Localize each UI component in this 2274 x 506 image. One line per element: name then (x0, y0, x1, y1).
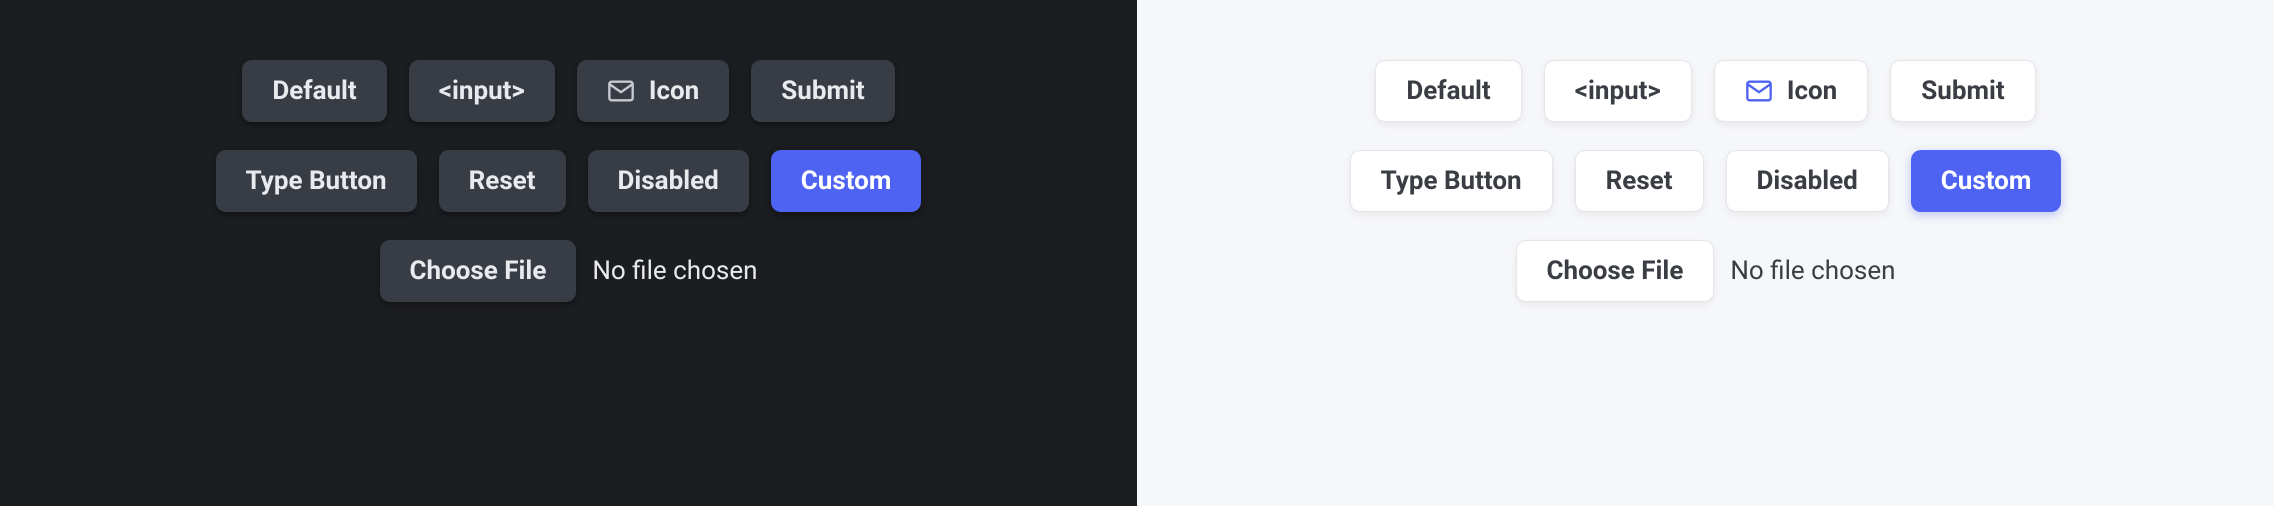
choose-file-button[interactable]: Choose File (380, 240, 577, 302)
button-label: Custom (1941, 166, 2032, 196)
mail-icon (607, 77, 635, 105)
button-label: Default (272, 76, 356, 106)
file-status-text: No file chosen (592, 256, 757, 286)
type-button[interactable]: Type Button (1350, 150, 1553, 212)
reset-button[interactable]: Reset (1575, 150, 1704, 212)
input-button[interactable]: <input> (1544, 60, 1692, 122)
button-label: Custom (801, 166, 892, 196)
button-label: Icon (649, 76, 699, 106)
icon-button[interactable]: Icon (577, 60, 729, 122)
mail-icon (1745, 77, 1773, 105)
button-label: Icon (1787, 76, 1837, 106)
button-label: <input> (1575, 76, 1661, 106)
submit-button[interactable]: Submit (1890, 60, 2035, 122)
button-label: Type Button (1381, 166, 1522, 196)
type-button[interactable]: Type Button (216, 150, 417, 212)
button-label: Reset (469, 166, 536, 196)
button-label: <input> (439, 76, 525, 106)
icon-button[interactable]: Icon (1714, 60, 1868, 122)
reset-button[interactable]: Reset (439, 150, 566, 212)
button-row-1: Default <input> Icon Submit (242, 60, 894, 122)
disabled-button: Disabled (1726, 150, 1889, 212)
dark-theme-panel: Default <input> Icon Submit Type Button … (0, 0, 1137, 506)
file-input-row: Choose File No file chosen (380, 240, 758, 302)
button-label: Type Button (246, 166, 387, 196)
submit-button[interactable]: Submit (751, 60, 894, 122)
button-label: Submit (1921, 76, 2004, 106)
button-label: Choose File (1547, 256, 1684, 286)
button-label: Choose File (410, 256, 547, 286)
button-row-2: Type Button Reset Disabled Custom (216, 150, 922, 212)
choose-file-button[interactable]: Choose File (1516, 240, 1715, 302)
button-row-1: Default <input> Icon Submit (1375, 60, 2035, 122)
input-button[interactable]: <input> (409, 60, 555, 122)
default-button[interactable]: Default (1375, 60, 1521, 122)
button-row-2: Type Button Reset Disabled Custom (1350, 150, 2062, 212)
button-label: Default (1406, 76, 1490, 106)
light-theme-panel: Default <input> Icon Submit Type Button … (1137, 0, 2274, 506)
custom-button[interactable]: Custom (771, 150, 922, 212)
button-label: Reset (1606, 166, 1673, 196)
default-button[interactable]: Default (242, 60, 386, 122)
disabled-button: Disabled (588, 150, 749, 212)
button-label: Disabled (1757, 166, 1858, 196)
custom-button[interactable]: Custom (1911, 150, 2062, 212)
file-input-row: Choose File No file chosen (1516, 240, 1896, 302)
file-status-text: No file chosen (1730, 256, 1895, 286)
button-label: Submit (781, 76, 864, 106)
button-label: Disabled (618, 166, 719, 196)
